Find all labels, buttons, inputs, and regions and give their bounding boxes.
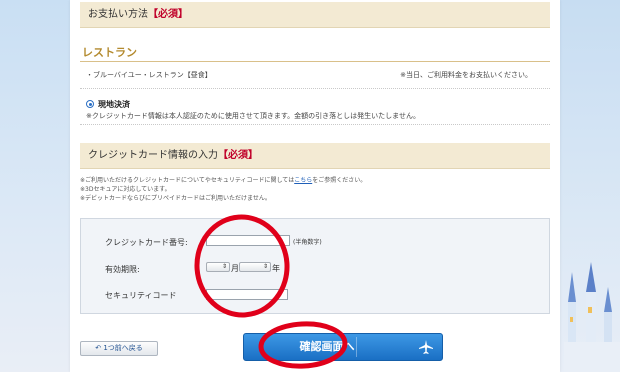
back-arrow-icon: ↶	[95, 344, 102, 352]
onsite-payment-label: 現地決済	[98, 100, 130, 109]
back-button-label: 1つ前へ戻る	[103, 344, 143, 352]
back-button[interactable]: ↶ 1つ前へ戻る	[80, 341, 158, 356]
card-note-1-text: ※ご利用いただけるクレジットカードについてやセキュリティコードに関しては	[80, 177, 295, 184]
card-note-3: ※デビットカードならびにプリペイドカードはご利用いただけません。	[80, 195, 271, 202]
security-code-input[interactable]	[206, 289, 288, 300]
card-number-label: クレジットカード番号:	[105, 238, 188, 247]
expiry-year-select[interactable]: ⇕	[239, 262, 271, 272]
main-panel: お支払い方法【必須】 レストラン ・ブルーバイユー・レストラン【昼食】 ※当日、…	[70, 0, 560, 372]
confirm-button[interactable]: 確認画面へ	[243, 333, 443, 361]
month-unit: 月	[231, 264, 239, 273]
card-note-2: ※3Dセキュアに対応しています。	[80, 186, 171, 193]
expiry-month-select[interactable]: ⇕	[206, 262, 230, 272]
restaurant-divider	[80, 61, 550, 62]
background-left	[0, 0, 70, 372]
payment-method-header: お支払い方法【必須】	[80, 2, 550, 28]
expiry-label: 有効期限:	[105, 265, 140, 274]
onsite-payment-note: ※クレジットカード情報は本人認証のために使用させて頂きます。金額の引き落としは発…	[86, 112, 420, 120]
card-info-title: クレジットカード情報の入力	[88, 150, 218, 161]
card-note-1-suffix: をご参照ください。	[312, 177, 367, 184]
restaurant-item-name: ・ブルーバイユー・レストラン【昼食】	[86, 71, 212, 79]
castle-illustration	[564, 262, 620, 372]
card-note-1: ※ご利用いただけるクレジットカードについてやセキュリティコードに関してはこちらを…	[80, 175, 366, 184]
item-divider	[80, 88, 550, 89]
restaurant-title: レストラン	[82, 46, 137, 59]
restaurant-item-note: ※当日、ご利用料金をお支払いください。	[400, 71, 532, 79]
confirm-separator	[356, 337, 357, 357]
card-info-header: クレジットカード情報の入力【必須】	[80, 143, 550, 169]
confirm-button-label: 確認画面へ	[299, 340, 355, 353]
card-number-hint: (半角数字)	[293, 239, 322, 246]
airplane-icon	[419, 340, 433, 354]
payment-divider	[80, 124, 550, 125]
onsite-payment-radio[interactable]	[86, 100, 94, 108]
card-form: クレジットカード番号: (半角数字) 有効期限: ⇕ 月 ⇕ 年 セキュリティコ…	[80, 218, 550, 314]
required-badge: 【必須】	[148, 9, 188, 20]
required-badge: 【必須】	[218, 150, 258, 161]
security-code-label: セキュリティコード	[105, 291, 177, 300]
year-unit: 年	[272, 264, 280, 273]
card-info-link[interactable]: こちら	[294, 177, 312, 184]
payment-method-title: お支払い方法	[88, 9, 148, 20]
card-number-input[interactable]	[206, 235, 290, 246]
